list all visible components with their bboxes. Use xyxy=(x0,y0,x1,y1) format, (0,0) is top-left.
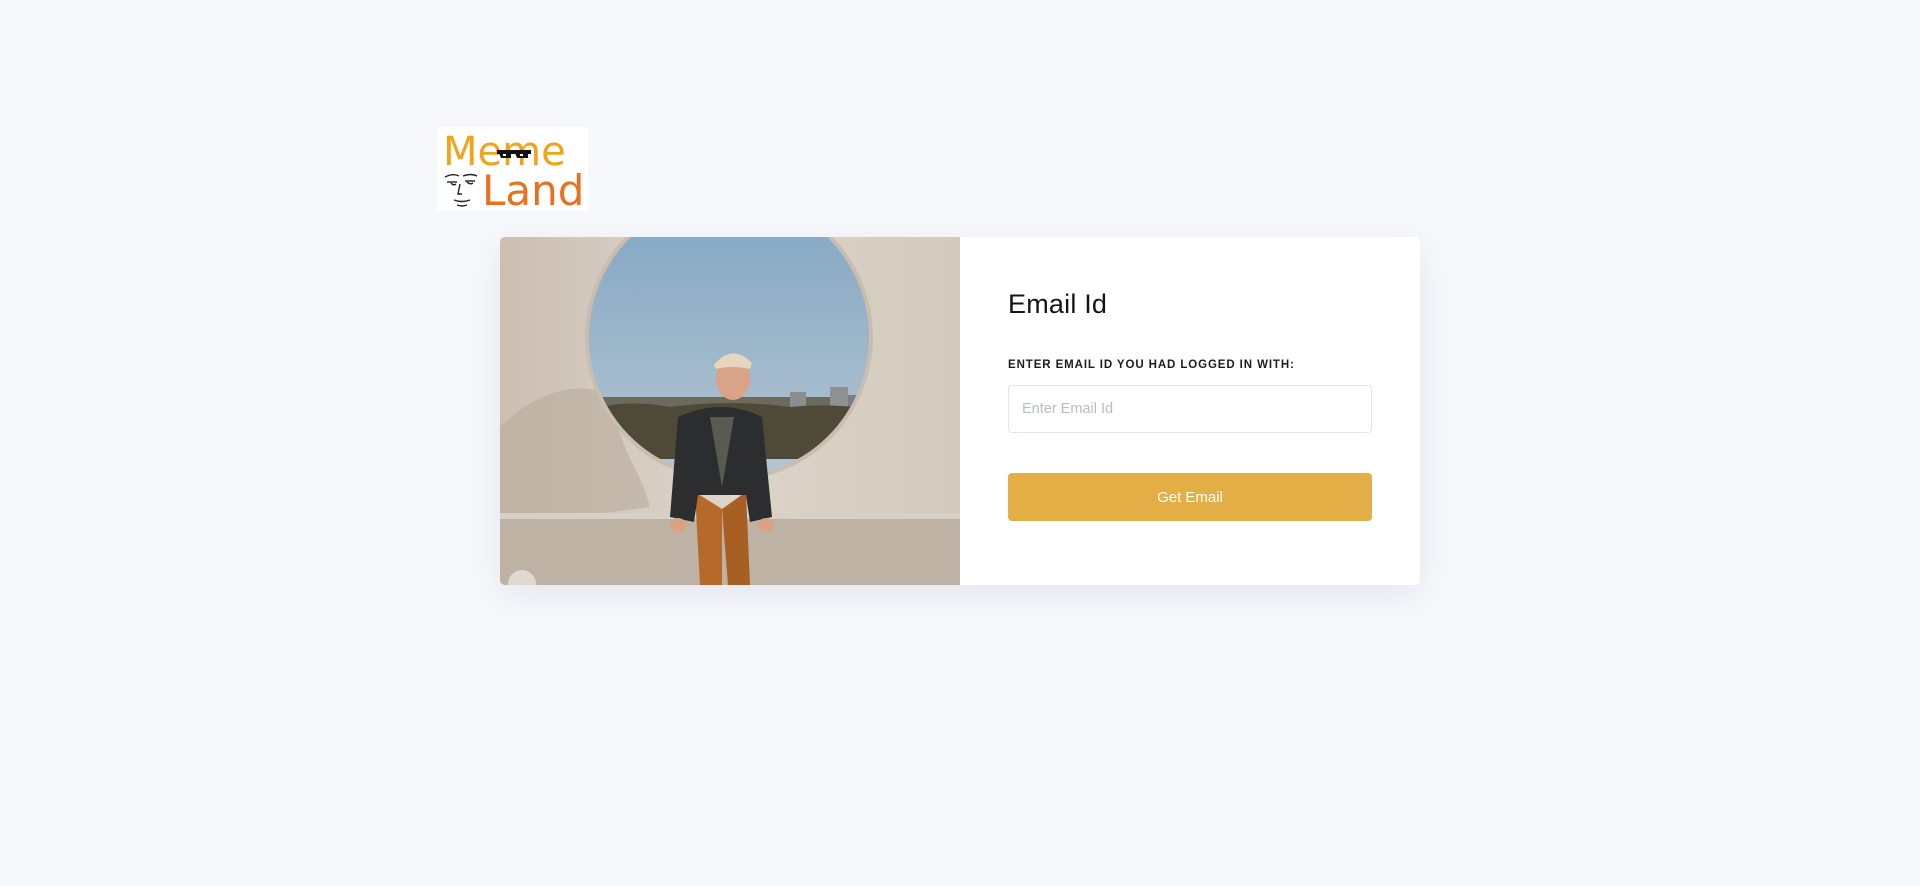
form-title: Email Id xyxy=(1008,289,1108,319)
email-form: Email Id ENTER EMAIL ID YOU HAD LOGGED I… xyxy=(960,237,1420,585)
email-field-label: ENTER EMAIL ID YOU HAD LOGGED IN WITH: xyxy=(1008,359,1295,371)
hero-photo xyxy=(500,237,960,585)
memeland-logo-graphic: Meme Land xyxy=(443,129,584,211)
hero-photo-illustration xyxy=(500,237,960,585)
get-email-button[interactable]: Get Email xyxy=(1008,473,1372,521)
memeland-logo[interactable]: Meme Land xyxy=(437,127,588,211)
page: Meme Land xyxy=(0,0,1920,886)
logo-word-land: Land xyxy=(482,166,584,211)
login-card: Email Id ENTER EMAIL ID YOU HAD LOGGED I… xyxy=(500,237,1420,585)
meme-face-icon xyxy=(444,173,478,207)
email-input[interactable] xyxy=(1008,385,1372,433)
